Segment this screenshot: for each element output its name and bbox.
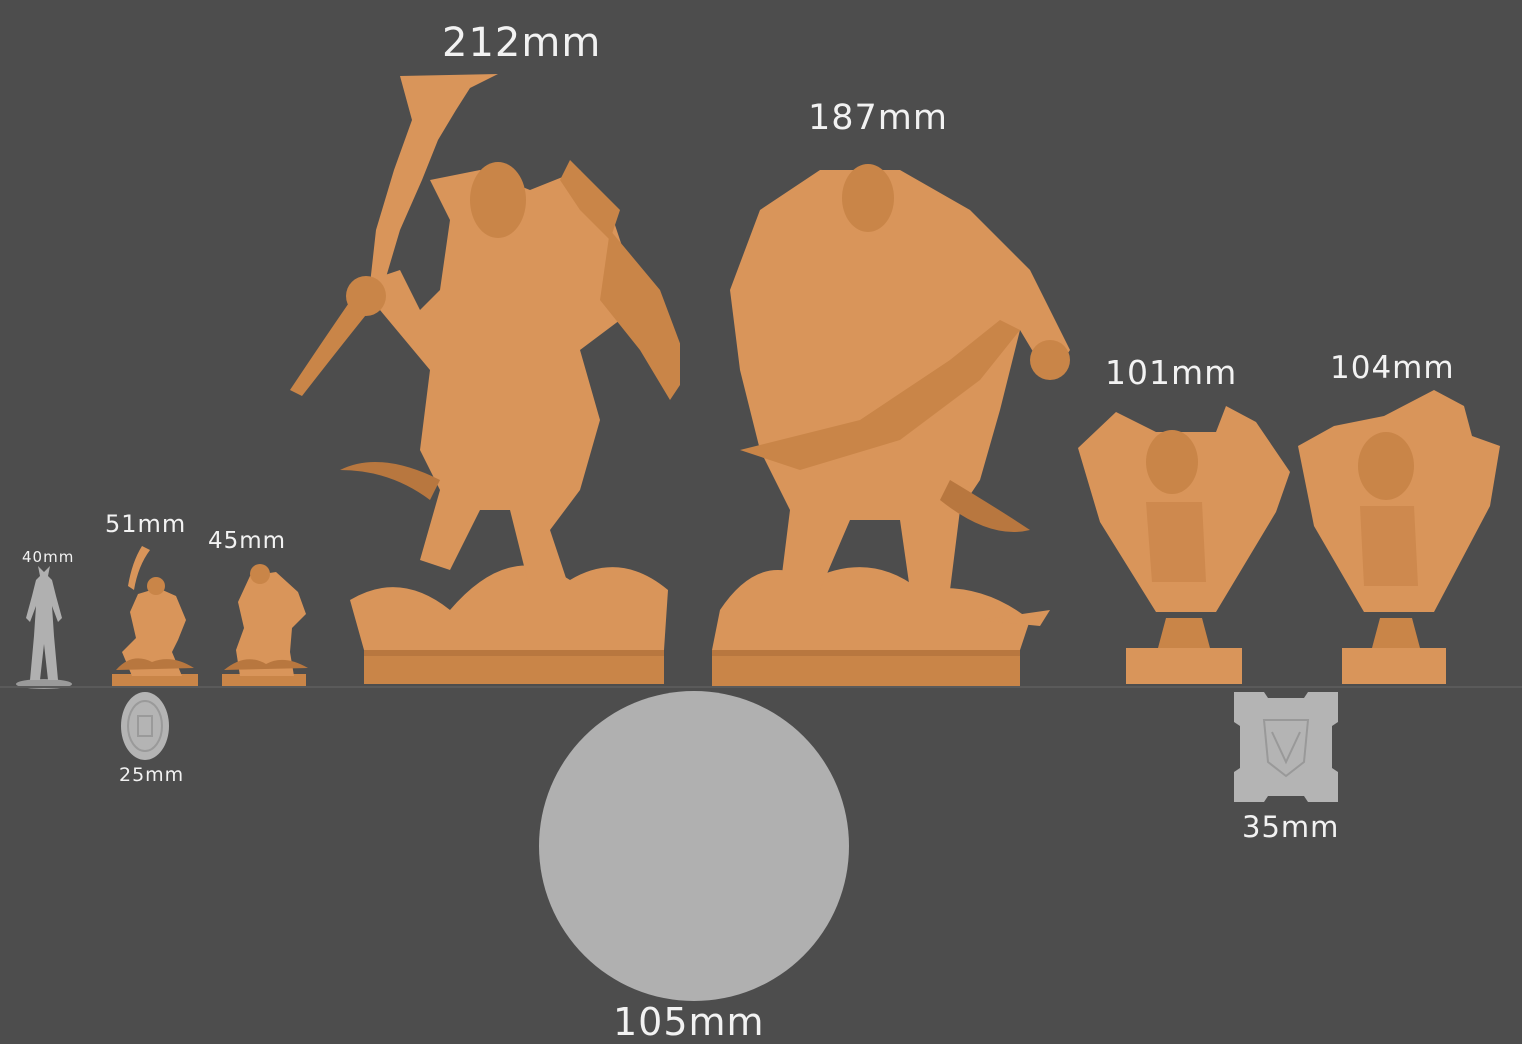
size-label-45mm: 45mm	[208, 528, 287, 554]
size-label-101mm: 101mm	[1105, 353, 1238, 392]
round-base-105mm	[538, 690, 850, 1002]
size-label-105mm: 105mm	[613, 1000, 765, 1044]
size-label-35mm: 35mm	[1242, 810, 1340, 844]
round-base-25mm	[119, 690, 171, 762]
reference-figure-40mm	[14, 566, 74, 690]
size-label-25mm: 25mm	[119, 764, 185, 786]
size-label-40mm: 40mm	[22, 548, 75, 566]
miniature-187mm	[700, 150, 1080, 690]
size-label-51mm: 51mm	[105, 510, 187, 538]
bust-104mm	[1294, 386, 1504, 688]
miniature-212mm	[280, 70, 680, 690]
size-label-104mm: 104mm	[1330, 350, 1455, 386]
bust-101mm	[1076, 392, 1292, 688]
size-label-212mm: 212mm	[442, 20, 602, 66]
size-label-187mm: 187mm	[808, 98, 948, 138]
square-base-35mm	[1234, 692, 1338, 802]
miniature-51mm	[102, 542, 202, 688]
ground-line	[0, 686, 1522, 688]
